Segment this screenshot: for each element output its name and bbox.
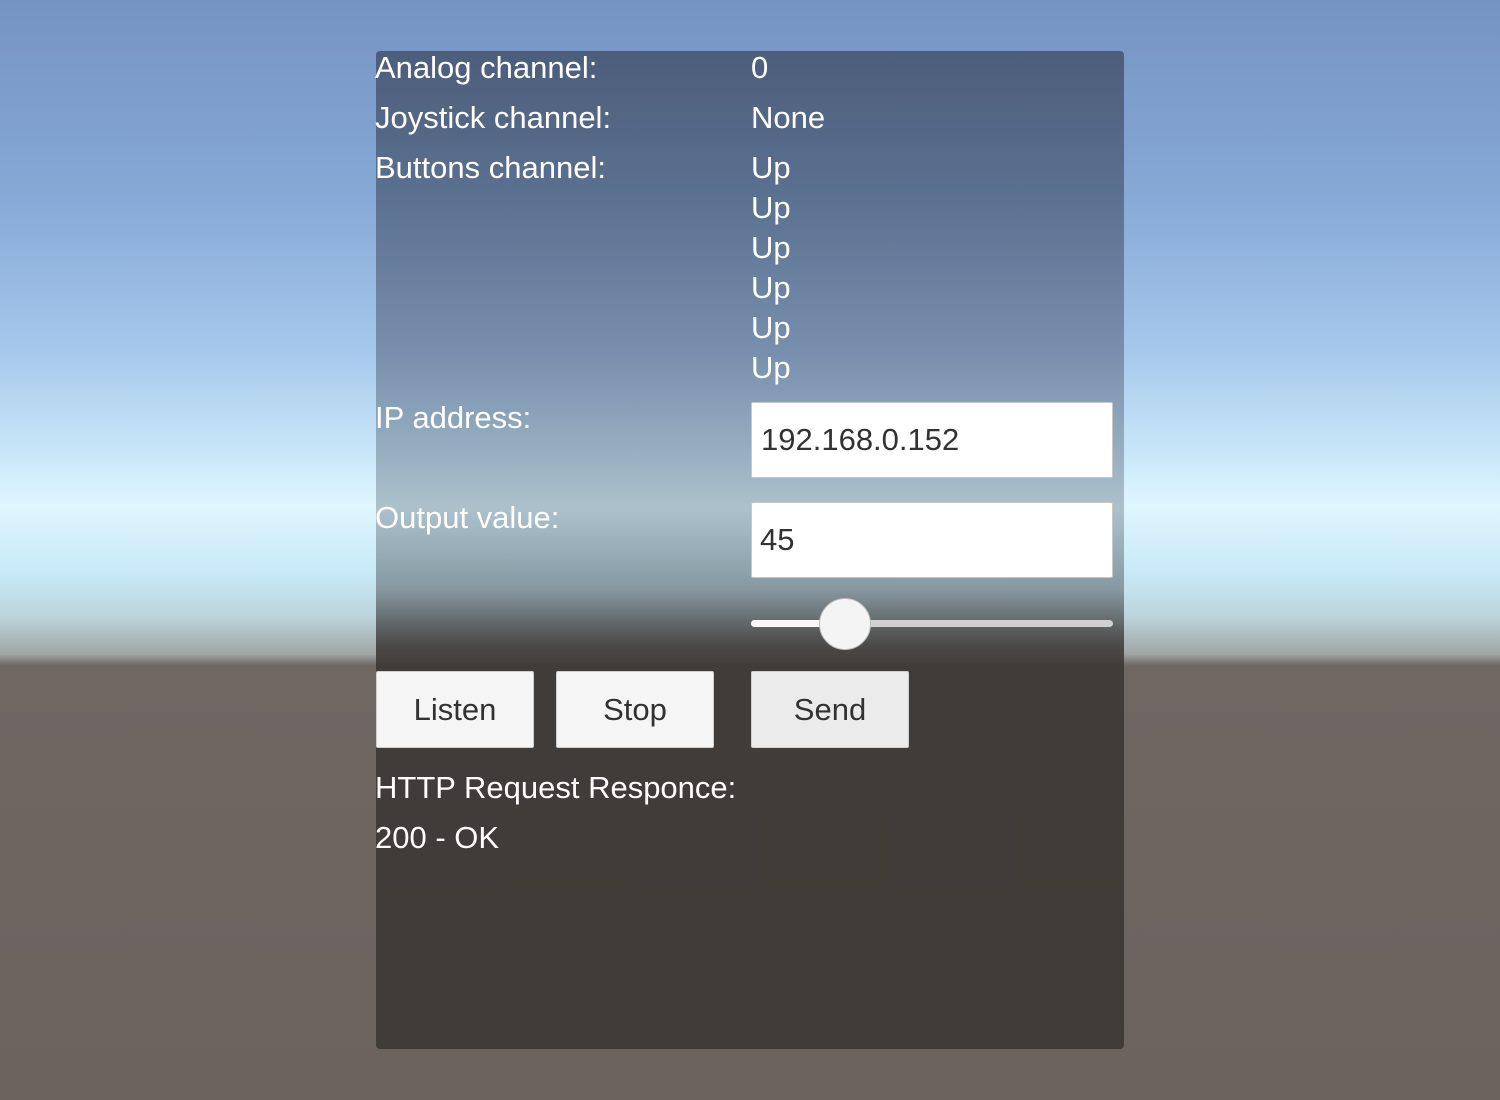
http-response-value: 200 - OK [375, 820, 500, 855]
analog-channel-value: 0 [751, 50, 769, 85]
listen-button[interactable]: Listen [376, 671, 534, 748]
button-state-3: Up [751, 230, 791, 265]
ip-address-label: IP address: [375, 400, 532, 435]
buttons-channel-label: Buttons channel: [375, 150, 606, 185]
output-slider[interactable] [751, 598, 1113, 652]
joystick-channel-label: Joystick channel: [375, 100, 612, 135]
output-value-label: Output value: [375, 500, 560, 535]
button-state-5: Up [751, 310, 791, 345]
ip-address-input[interactable]: 192.168.0.152 [751, 402, 1113, 478]
joystick-channel-value: None [751, 100, 826, 135]
button-state-6: Up [751, 350, 791, 385]
http-response-label: HTTP Request Responce: [375, 770, 737, 805]
analog-channel-label: Analog channel: [375, 50, 598, 85]
send-button[interactable]: Send [751, 671, 909, 748]
stop-button[interactable]: Stop [556, 671, 714, 748]
button-state-1: Up [751, 150, 791, 185]
ip-address-value: 192.168.0.152 [761, 422, 960, 457]
output-value-input[interactable]: 45 [751, 502, 1113, 578]
output-value-text: 45 [760, 522, 795, 557]
button-state-4: Up [751, 270, 791, 305]
button-state-2: Up [751, 190, 791, 225]
slider-handle[interactable] [819, 598, 871, 650]
